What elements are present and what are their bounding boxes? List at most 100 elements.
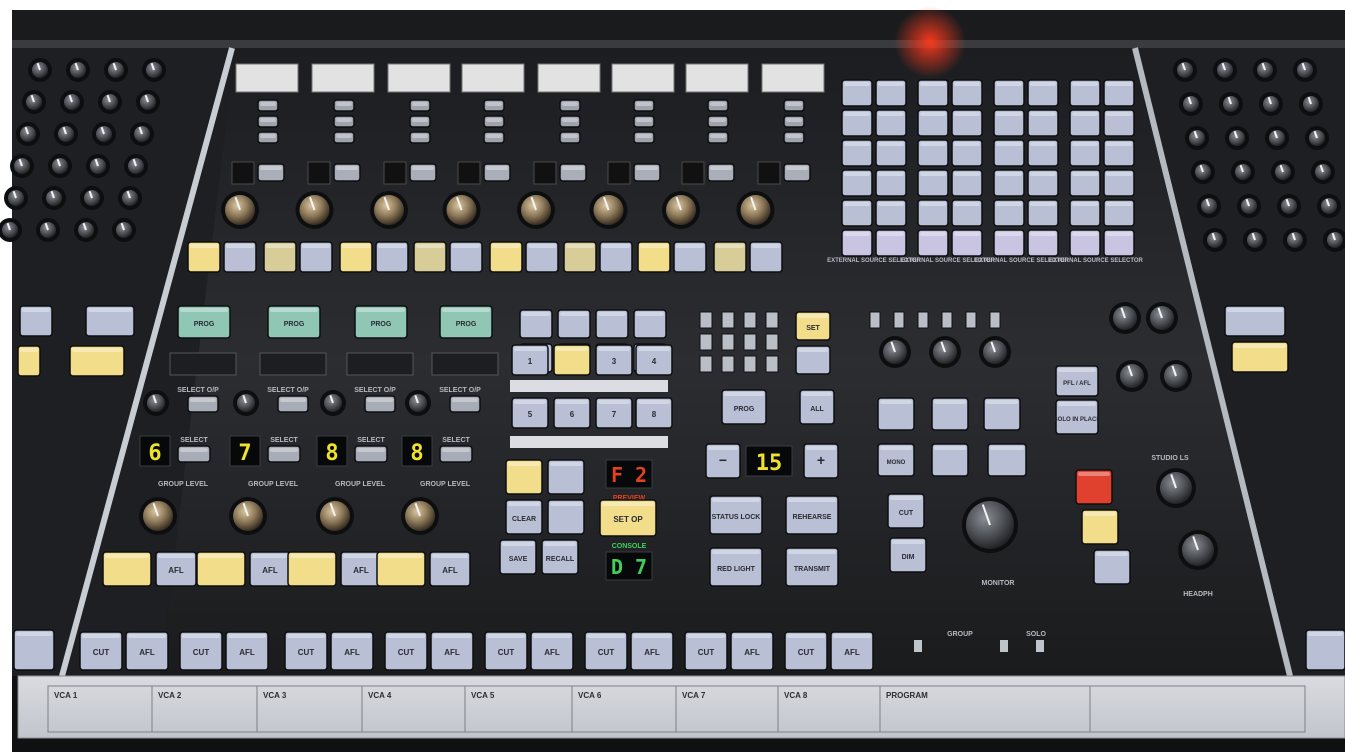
save-button-label: SAVE [509,556,528,563]
toggle-switch[interactable] [765,355,779,373]
group-label-panel [169,352,237,376]
cut-button-label: CUT [93,648,110,657]
group-switch[interactable] [914,640,922,652]
monitor-toggle[interactable] [893,311,905,329]
toggle-switch[interactable] [699,355,713,373]
mono-button-label: MONO [887,460,906,466]
toggle-switch[interactable] [743,333,757,351]
recall-button-label: RECALL [546,556,575,563]
select-label: SELECT [270,437,298,444]
toggle-switch[interactable] [699,311,713,329]
red-indicator-glow [894,6,966,78]
source-selector-label-4: EXTERNAL SOURCE SELECTOR [1049,258,1143,264]
strip-label-6: VCA 6 [578,691,602,700]
group-display-2: 7 [238,441,251,466]
group-label-panel [259,352,327,376]
strip-label-4: VCA 4 [368,691,392,700]
select-op-label: SELECT O/P [267,387,309,394]
group-afl-key-label: AFL [262,566,278,575]
number-key-1-label: 1 [528,357,533,366]
cut-button-label: CUT [698,648,715,657]
channel-scribble-2 [311,63,375,93]
channel-mini-display [457,161,481,185]
strip-label-8: VCA 8 [784,691,808,700]
group-level-label: GROUP LEVEL [158,481,209,488]
monitor-toggle[interactable] [869,311,881,329]
number-key-7-label: 7 [612,410,617,419]
transmit-button-label: TRANSMIT [794,566,831,573]
monitor-toggle[interactable] [965,311,977,329]
all-button-label: ALL [810,406,824,413]
clear-button-label: CLEAR [512,516,536,523]
cut-button-label: CUT [598,648,615,657]
prog-button-label: PROG [371,321,392,328]
afl-button-label: AFL [844,648,860,657]
console-display: D 7 [611,555,647,579]
status-lock-button-label: STATUS LOCK [712,514,761,521]
afl-button-label: AFL [239,648,255,657]
counter-display: 15 [756,451,783,476]
console-photo: PROG SELECT O/P 6 SELECT GROUP LEVEL AFL PROG S… [0,0,1345,756]
number-key-4-label: 4 [652,357,657,366]
select-label: SELECT [357,437,385,444]
cut-button-label: CUT [398,648,415,657]
group-afl-key-label: AFL [442,566,458,575]
toggle-switch[interactable] [699,333,713,351]
channel-scribble-7 [685,63,749,93]
monitor-toggle[interactable] [989,311,1001,329]
channel-scribble-8 [761,63,825,93]
group-level-label: GROUP LEVEL [335,481,386,488]
channel-mini-display [533,161,557,185]
select-op-label: SELECT O/P [439,387,481,394]
number-key-3-label: 3 [612,357,617,366]
group-afl-key-label: AFL [168,566,184,575]
toggle-switch[interactable] [721,311,735,329]
prog-center-button-label: PROG [734,406,755,413]
monitor-toggle[interactable] [941,311,953,329]
cut-button-label: CUT [298,648,315,657]
prog-button-label: PROG [456,321,477,328]
channel-mini-display [607,161,631,185]
console-scene: PROG SELECT O/P 6 SELECT GROUP LEVEL AFL PROG S… [0,0,1345,756]
channel-scribble-6 [611,63,675,93]
channel-scribble-4 [461,63,525,93]
group-display-4: 8 [410,441,423,466]
prog-button-label: PROG [284,321,305,328]
monitor-toggle[interactable] [917,311,929,329]
group-label-panel [346,352,414,376]
strip-label-5: VCA 5 [471,691,495,700]
solo-in-place-button-label: SOLO IN PLACE [1054,417,1101,423]
cut-button-label: CUT [798,648,815,657]
monitor-cut-button-label: CUT [899,510,914,517]
group-switch-2[interactable] [1000,640,1008,652]
toggle-switch[interactable] [765,333,779,351]
afl-button-label: AFL [544,648,560,657]
console-label: CONSOLE [612,543,647,550]
select-op-label: SELECT O/P [354,387,396,394]
toggle-switch[interactable] [765,311,779,329]
cut-button-label: CUT [193,648,210,657]
afl-button-label: AFL [644,648,660,657]
cut-button-label: CUT [498,648,515,657]
rehearse-button-label: REHEARSE [793,514,832,521]
toggle-switch[interactable] [721,333,735,351]
group-afl-key-label: AFL [353,566,369,575]
number-key-6-label: 6 [570,410,575,419]
minus-button-label: − [719,452,727,468]
scribble-strip-bottom [17,675,1345,739]
monitor-dim-button-label: DIM [902,554,915,561]
group-label: GROUP [947,631,973,638]
red-light-button-label: RED LIGHT [717,566,755,573]
solo-switch[interactable] [1036,640,1044,652]
group-level-label: GROUP LEVEL [420,481,471,488]
toggle-switch[interactable] [743,311,757,329]
toggle-switch[interactable] [721,355,735,373]
afl-button-label: AFL [344,648,360,657]
channel-mini-display [681,161,705,185]
number-key-5-label: 5 [528,410,533,419]
toggle-switch[interactable] [743,355,757,373]
strip-label-2: VCA 2 [158,691,182,700]
monitor-label: MONITOR [982,580,1015,587]
group-display-1: 6 [148,441,161,466]
channel-scribble-5 [537,63,601,93]
